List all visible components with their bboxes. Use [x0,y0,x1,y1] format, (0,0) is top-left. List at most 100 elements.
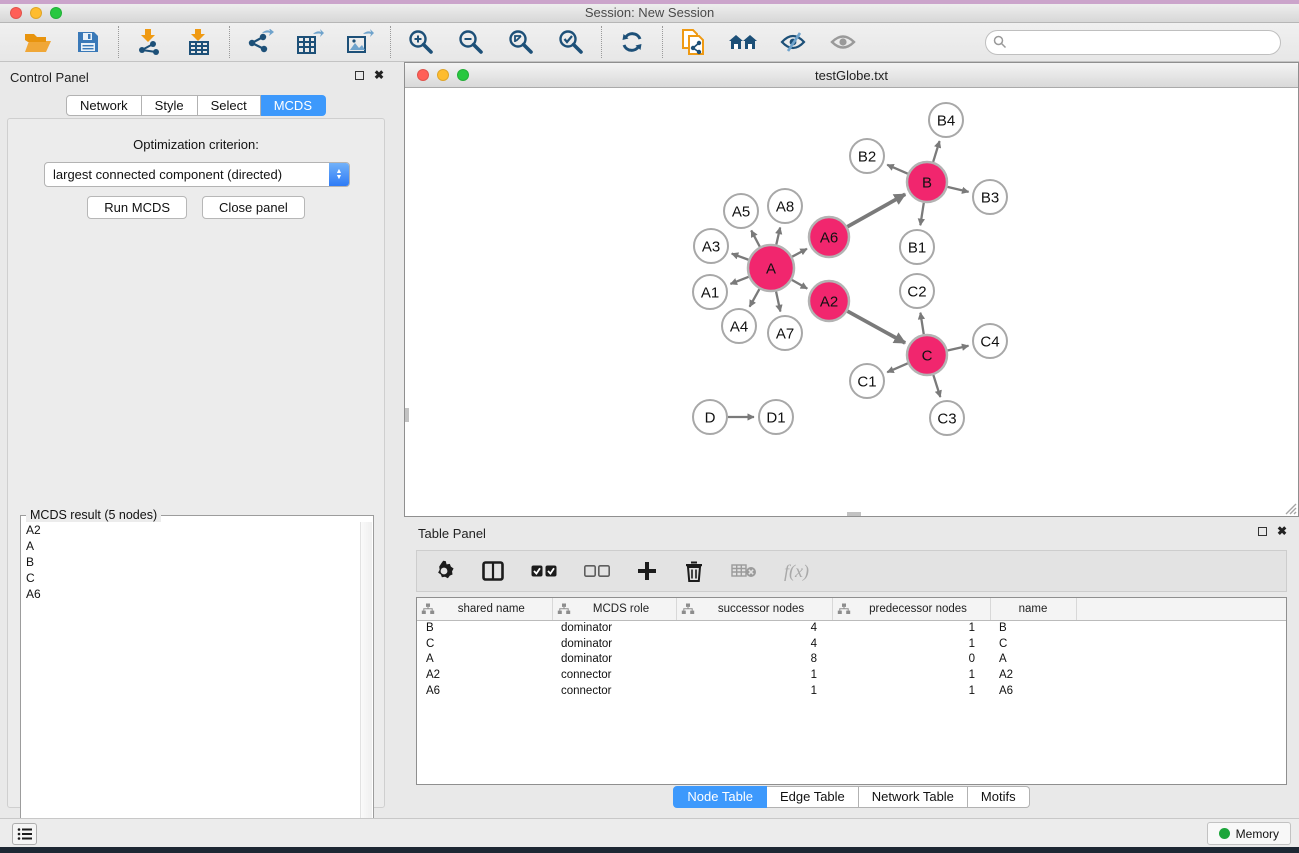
edge-B-B1[interactable] [920,203,923,226]
node-A3[interactable]: A3 [694,229,728,263]
edge-A-A1[interactable] [730,277,748,284]
zoom-window-button[interactable] [50,7,62,19]
table-cell[interactable]: B [990,620,1076,636]
edge-A-A2[interactable] [792,280,807,289]
node-A7[interactable]: A7 [768,316,802,350]
node-A5[interactable]: A5 [724,194,758,228]
mcds-result-item[interactable]: A [22,538,359,554]
home-view-icon[interactable] [728,28,758,56]
node-A[interactable]: A [748,245,794,291]
table-tab-node-table[interactable]: Node Table [673,786,767,808]
table-cell[interactable]: dominator [552,651,676,667]
node-B4[interactable]: B4 [929,103,963,137]
save-session-icon[interactable] [73,28,103,56]
table-cell[interactable]: A6 [990,683,1076,699]
node-B1[interactable]: B1 [900,230,934,264]
show-network-eye-icon[interactable] [828,28,858,56]
table-cell[interactable]: 0 [832,651,990,667]
table-cell[interactable]: A2 [990,667,1076,683]
import-network-icon[interactable] [134,28,164,56]
table-cell[interactable]: 1 [676,683,832,699]
mcds-result-item[interactable]: B [22,554,359,570]
edge-C-C2[interactable] [920,313,923,335]
mcds-result-list[interactable]: A2ABCA6 [22,522,359,848]
delete-column-trash-icon[interactable] [684,560,704,582]
table-cell[interactable]: connector [552,683,676,699]
add-column-plus-icon[interactable] [637,561,657,581]
table-tab-network-table[interactable]: Network Table [859,786,968,808]
table-cell[interactable]: A [990,651,1076,667]
function-builder-fx-icon[interactable]: f(x) [784,561,809,582]
column-header-name[interactable]: name [990,598,1076,620]
table-cell[interactable]: 1 [832,636,990,652]
export-network-icon[interactable] [245,28,275,56]
table-cell[interactable]: A [417,651,552,667]
select-all-columns-icon[interactable] [531,565,557,578]
float-table-panel-icon[interactable] [1258,527,1267,536]
node-C[interactable]: C [907,335,947,375]
window-edge-handle[interactable] [847,512,861,516]
export-table-icon[interactable] [295,28,325,56]
delete-table-icon[interactable] [731,563,757,579]
zoom-selected-icon[interactable] [556,28,586,56]
minimize-window-button[interactable] [30,7,42,19]
mcds-result-item[interactable]: A6 [22,586,359,602]
network-window-titlebar[interactable]: testGlobe.txt [405,63,1298,88]
table-cell[interactable]: C [990,636,1076,652]
deselect-all-columns-icon[interactable] [584,565,610,578]
edge-B-B3[interactable] [947,187,968,192]
network-canvas[interactable]: AA1A3A4A5A7A8A2A6BB1B2B3B4CC1C2C3C4DD1 [405,88,1298,516]
memory-button[interactable]: Memory [1207,822,1291,845]
edge-A-A4[interactable] [750,289,760,307]
table-tab-motifs[interactable]: Motifs [968,786,1030,808]
close-table-panel-icon[interactable]: ✖ [1277,526,1287,536]
close-window-button[interactable] [10,7,22,19]
tab-mcds[interactable]: MCDS [261,95,326,116]
edge-A-A8[interactable] [776,227,780,244]
float-panel-icon[interactable] [355,71,364,80]
toggle-column-view-icon[interactable] [482,561,504,581]
node-A8[interactable]: A8 [768,189,802,223]
edge-A6-B[interactable] [847,194,905,226]
node-A1[interactable]: A1 [693,275,727,309]
node-A6[interactable]: A6 [809,217,849,257]
edge-A-A6[interactable] [792,249,807,257]
table-tab-edge-table[interactable]: Edge Table [767,786,859,808]
node-B3[interactable]: B3 [973,180,1007,214]
node-D1[interactable]: D1 [759,400,793,434]
node-C1[interactable]: C1 [850,364,884,398]
close-network-button[interactable] [417,69,429,81]
table-cell[interactable]: 1 [676,667,832,683]
tab-select[interactable]: Select [198,95,261,116]
tab-network[interactable]: Network [66,95,142,116]
zoom-out-icon[interactable] [456,28,486,56]
table-cell[interactable]: A2 [417,667,552,683]
refresh-view-icon[interactable] [617,28,647,56]
mcds-result-item[interactable]: C [22,570,359,586]
close-panel-icon[interactable]: ✖ [374,70,384,80]
table-cell[interactable]: 1 [832,620,990,636]
run-mcds-button[interactable]: Run MCDS [87,196,187,219]
mcds-result-item[interactable]: A2 [22,522,359,538]
duplicate-network-icon[interactable] [678,28,708,56]
task-history-button[interactable] [12,823,37,845]
hide-network-eye-icon[interactable] [778,28,808,56]
column-header-predecessor-nodes[interactable]: predecessor nodes [832,598,990,620]
edge-C-C3[interactable] [933,375,940,397]
table-row[interactable]: A2connector11A2 [417,667,1286,683]
table-row[interactable]: Cdominator41C [417,636,1286,652]
table-row[interactable]: Bdominator41B [417,620,1286,636]
edge-A2-C[interactable] [847,311,905,343]
column-header-shared-name[interactable]: shared name [417,598,552,620]
table-cell[interactable]: 4 [676,636,832,652]
maximize-network-button[interactable] [457,69,469,81]
criterion-dropdown[interactable]: largest connected component (directed) ▲… [44,162,350,187]
edge-B-B2[interactable] [887,165,908,174]
table-cell[interactable]: C [417,636,552,652]
table-cell[interactable]: A6 [417,683,552,699]
table-cell[interactable]: dominator [552,620,676,636]
table-settings-gear-icon[interactable] [433,560,455,582]
zoom-fit-icon[interactable] [506,28,536,56]
zoom-in-icon[interactable] [406,28,436,56]
table-row[interactable]: Adominator80A [417,651,1286,667]
